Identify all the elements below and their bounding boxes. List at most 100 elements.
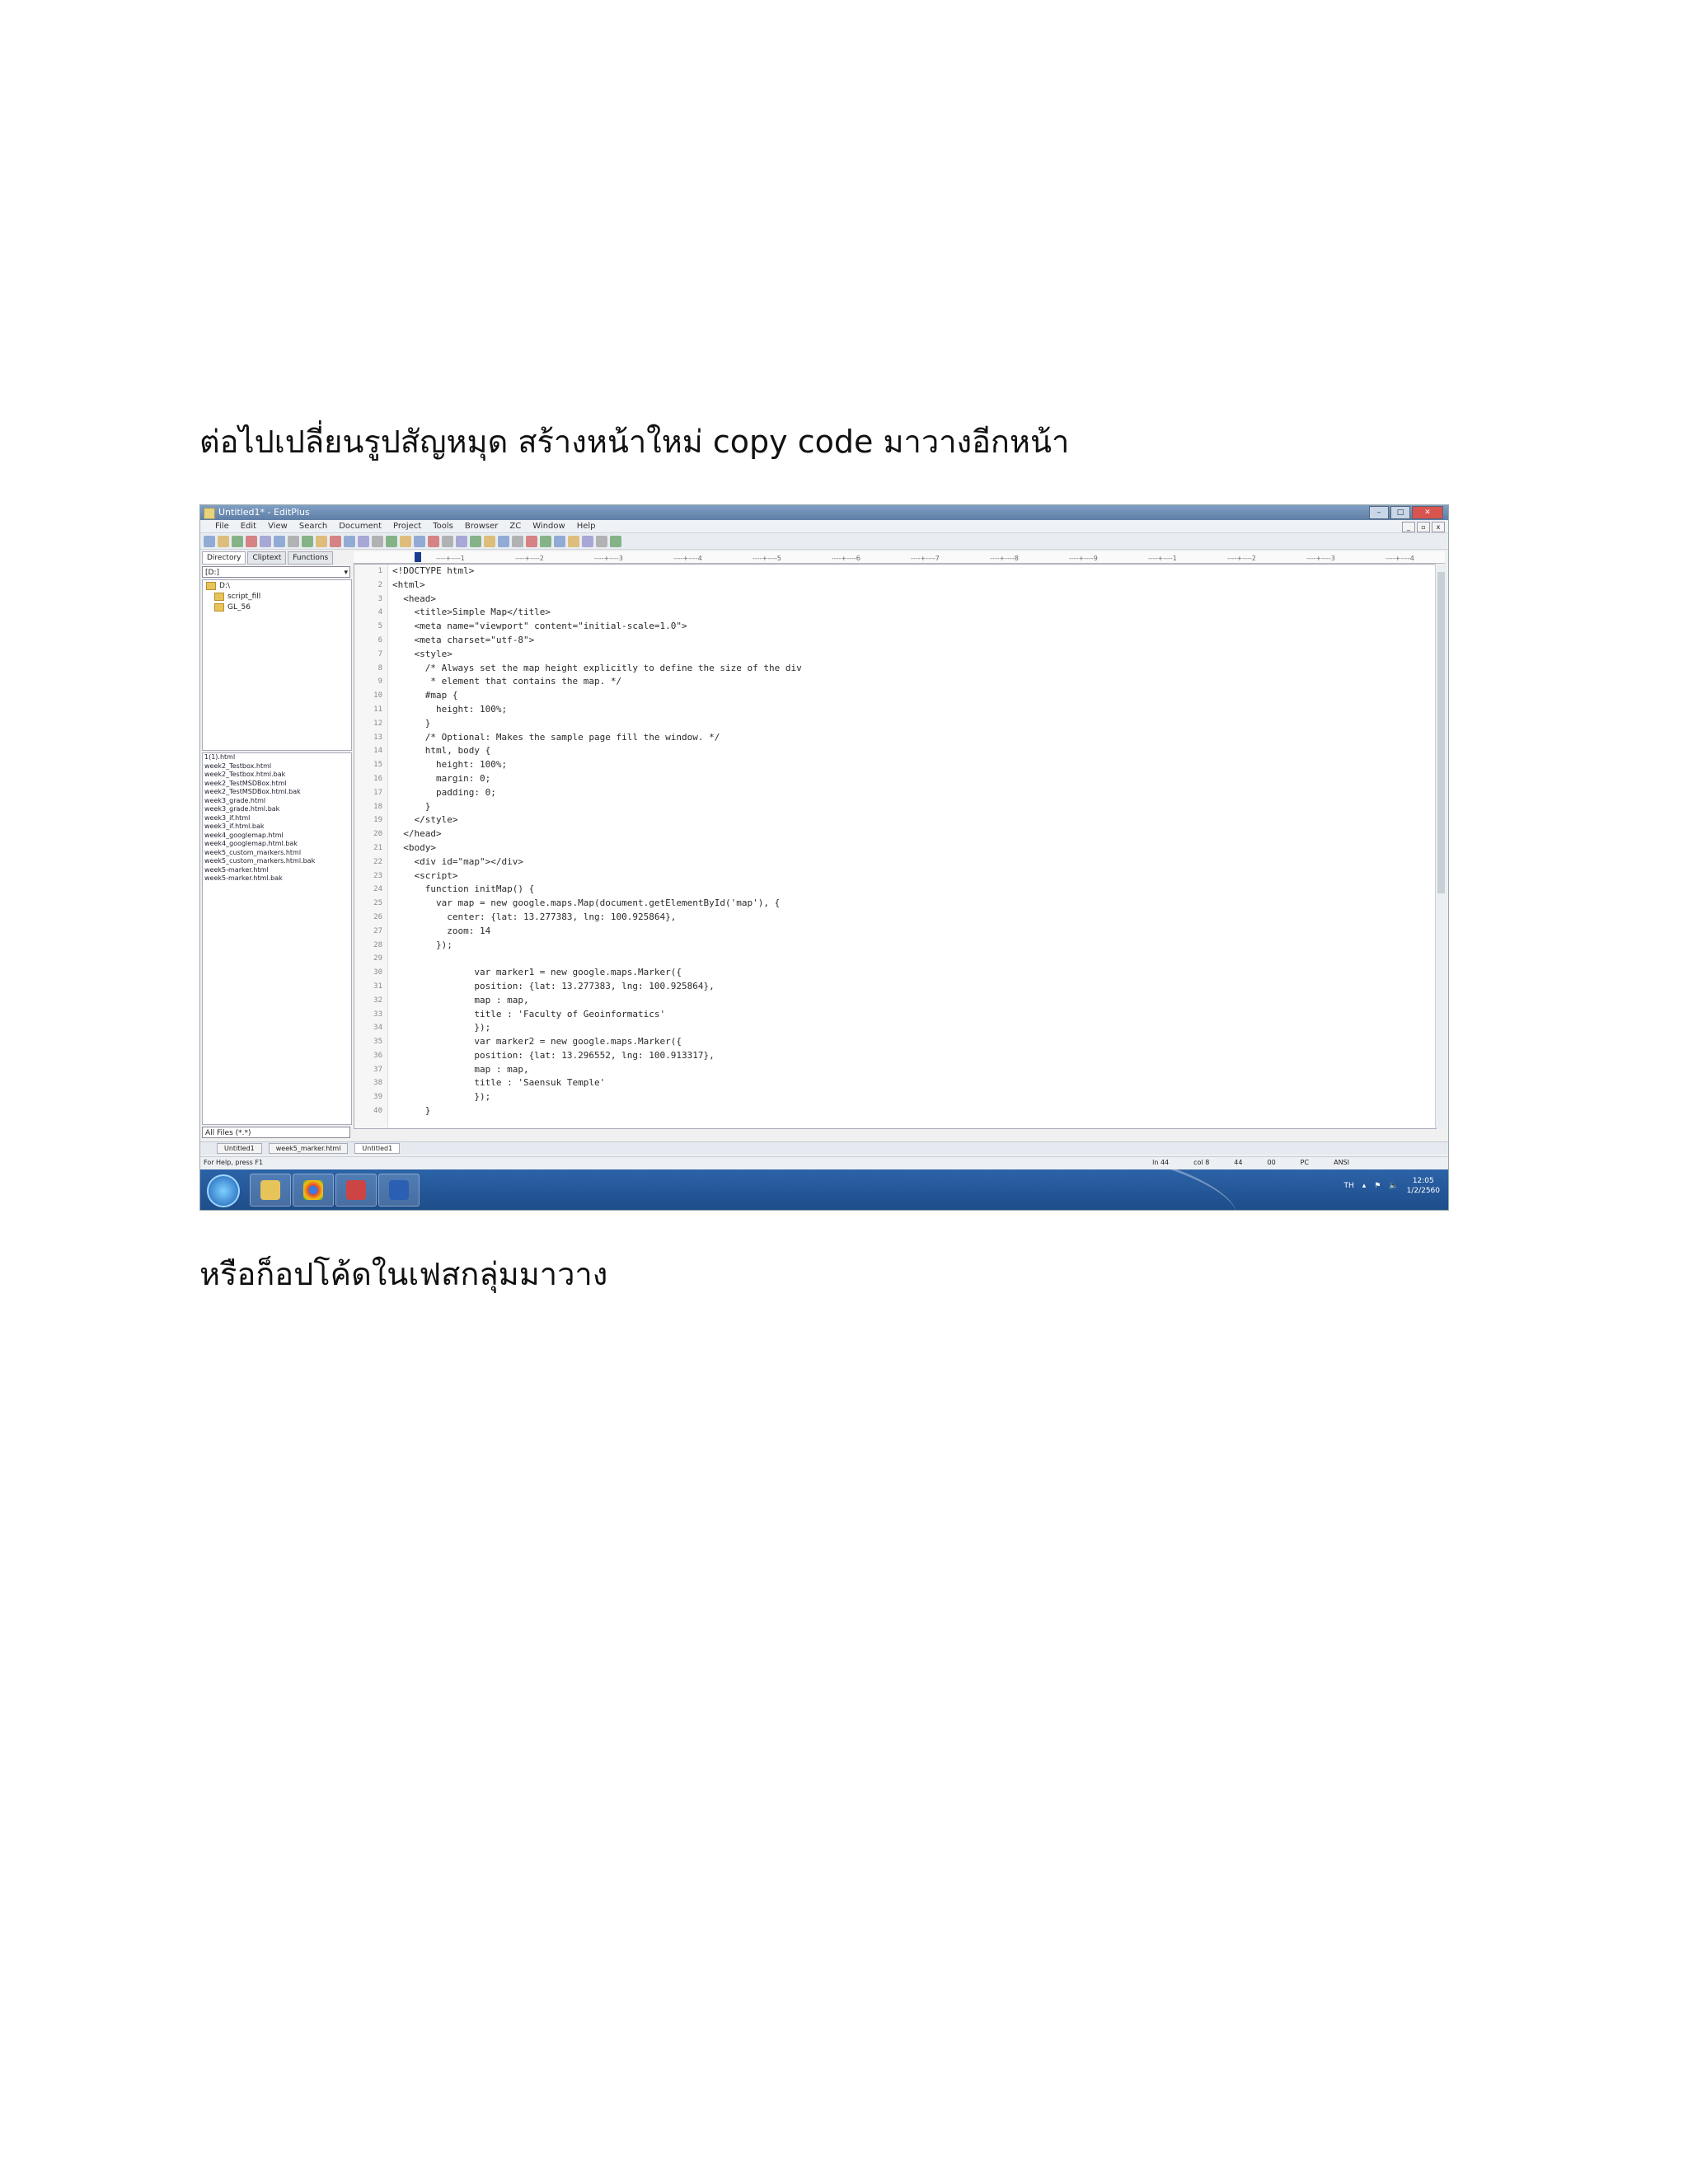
line-number: 38 (373, 1079, 382, 1088)
file-list-item[interactable]: week3_grade.html.bak (203, 805, 351, 814)
toolbar-button-icon[interactable] (596, 535, 607, 547)
toolbar-button-icon[interactable] (414, 535, 425, 547)
toolbar-button-icon[interactable] (288, 535, 299, 547)
file-list-item[interactable]: week5_custom_markers.html.bak (203, 857, 351, 866)
drive-select[interactable]: [D:] ▾ (202, 566, 350, 578)
vertical-scrollbar[interactable] (1435, 564, 1447, 1127)
menu-item-document[interactable]: Document (339, 522, 382, 531)
status-cell: 00 (1267, 1159, 1276, 1166)
code-line: title : 'Saensuk Temple' (392, 1077, 606, 1089)
line-number: 23 (373, 871, 382, 880)
file-list-item[interactable]: week2_TestMSDBox.html (203, 780, 351, 789)
editplus-task-icon[interactable] (335, 1174, 377, 1207)
toolbar-button-icon[interactable] (610, 535, 621, 547)
toolbar-button-icon[interactable] (400, 535, 411, 547)
scroll-thumb[interactable] (1437, 572, 1445, 893)
toolbar-button-icon[interactable] (372, 535, 383, 547)
toolbar-button-icon[interactable] (344, 535, 355, 547)
mdi-minimize-icon[interactable]: _ (1402, 522, 1415, 532)
start-button-icon[interactable] (207, 1174, 240, 1207)
toolbar-button-icon[interactable] (274, 535, 285, 547)
menu-item-zc[interactable]: ZC (509, 522, 521, 531)
toolbar-button-icon[interactable] (568, 535, 579, 547)
clock-date: 1/2/2560 (1406, 1187, 1440, 1195)
tree-item[interactable]: GL_56 (203, 602, 351, 612)
document-tab[interactable]: Untitled1 (217, 1143, 262, 1154)
code-line: zoom: 14 (392, 925, 491, 936)
toolbar-button-icon[interactable] (330, 535, 341, 547)
flag-icon[interactable]: ⚑ (1374, 1182, 1381, 1190)
toolbar-button-icon[interactable] (582, 535, 593, 547)
line-number: 37 (373, 1065, 382, 1074)
line-number: 26 (373, 912, 382, 921)
file-list-item[interactable]: week5_custom_markers.html (203, 849, 351, 858)
toolbar-button-icon[interactable] (386, 535, 397, 547)
menu-item-help[interactable]: Help (577, 522, 596, 531)
toolbar-button-icon[interactable] (232, 535, 243, 547)
toolbar-button-icon[interactable] (302, 535, 313, 547)
volume-icon[interactable]: 🔈 (1389, 1182, 1398, 1190)
network-icon[interactable]: ▴ (1362, 1182, 1367, 1190)
sidebar-tab-directory[interactable]: Directory (202, 551, 246, 565)
file-list-item[interactable]: week4_googlemap.html.bak (203, 840, 351, 849)
toolbar-button-icon[interactable] (358, 535, 369, 547)
window-controls: – □ ✕ (1369, 506, 1443, 519)
document-tab[interactable]: week5_marker.html (268, 1143, 349, 1154)
toolbar-button-icon[interactable] (316, 535, 327, 547)
chrome-task-icon[interactable] (293, 1174, 334, 1207)
line-number: 28 (373, 940, 382, 949)
mdi-close-icon[interactable]: x (1432, 522, 1445, 532)
maximize-icon[interactable]: □ (1390, 506, 1410, 519)
toolbar-button-icon[interactable] (204, 535, 215, 547)
toolbar-button-icon[interactable] (428, 535, 439, 547)
menu-item-browser[interactable]: Browser (465, 522, 499, 531)
toolbar-button-icon[interactable] (218, 535, 229, 547)
file-list-item[interactable]: week2_TestMSDBox.html.bak (203, 788, 351, 797)
sidebar-tab-functions[interactable]: Functions (288, 551, 334, 565)
menu-item-search[interactable]: Search (299, 522, 327, 531)
menu-item-file[interactable]: File (215, 522, 229, 531)
toolbar-button-icon[interactable] (260, 535, 271, 547)
toolbar-button-icon[interactable] (470, 535, 481, 547)
explorer-task-icon[interactable] (250, 1174, 291, 1207)
file-filter-select[interactable]: All Files (*.*) (202, 1127, 350, 1138)
toolbar-button-icon[interactable] (442, 535, 453, 547)
document-tab[interactable]: Untitled1 (354, 1143, 401, 1154)
line-number: 33 (373, 1010, 382, 1019)
language-indicator[interactable]: TH (1343, 1182, 1353, 1190)
toolbar-button-icon[interactable] (554, 535, 565, 547)
file-list-item[interactable]: week5-marker.html.bak (203, 874, 351, 883)
toolbar-button-icon[interactable] (484, 535, 495, 547)
mdi-restore-icon[interactable]: ▫ (1417, 522, 1430, 532)
menu-item-tools[interactable]: Tools (433, 522, 453, 531)
close-icon[interactable]: ✕ (1412, 506, 1443, 519)
file-list-item[interactable]: week5-marker.html (203, 866, 351, 875)
tree-item[interactable]: script_fill (203, 591, 351, 602)
file-list-item[interactable]: week2_Testbox.html.bak (203, 771, 351, 780)
menu-item-window[interactable]: Window (532, 522, 565, 531)
toolbar-button-icon[interactable] (456, 535, 467, 547)
file-list-item[interactable]: week2_Testbox.html (203, 762, 351, 771)
toolbar-button-icon[interactable] (526, 535, 537, 547)
folder-icon (214, 603, 224, 612)
file-list-item[interactable]: week3_grade.html (203, 797, 351, 806)
sidebar-tab-cliptext[interactable]: Cliptext (247, 551, 287, 565)
directory-tree: D:\ script_fill GL_56 (202, 579, 352, 751)
toolbar-button-icon[interactable] (246, 535, 257, 547)
file-list-item[interactable]: week3_if.html (203, 814, 351, 823)
line-number: 7 (377, 649, 382, 658)
minimize-icon[interactable]: – (1369, 506, 1389, 519)
toolbar-button-icon[interactable] (498, 535, 509, 547)
toolbar-button-icon[interactable] (540, 535, 551, 547)
menu-item-view[interactable]: View (268, 522, 288, 531)
menu-item-project[interactable]: Project (393, 522, 421, 531)
toolbar-button-icon[interactable] (512, 535, 523, 547)
code-editor[interactable]: 1 2 3 4 5 6 7 8 9 10 11 12 13 14 15 16 17 18 19 20 21 22 23 24 2… (354, 564, 1437, 1129)
file-list-item[interactable]: week4_googlemap.html (203, 832, 351, 841)
menu-item-edit[interactable]: Edit (241, 522, 256, 531)
file-list-item[interactable]: 1(1).html (203, 753, 351, 762)
clock[interactable]: 12:05 1/2/2560 (1407, 1176, 1440, 1196)
file-list-item[interactable]: week3_if.html.bak (203, 823, 351, 832)
tree-item[interactable]: D:\ (203, 580, 351, 591)
word-task-icon[interactable] (378, 1174, 420, 1207)
